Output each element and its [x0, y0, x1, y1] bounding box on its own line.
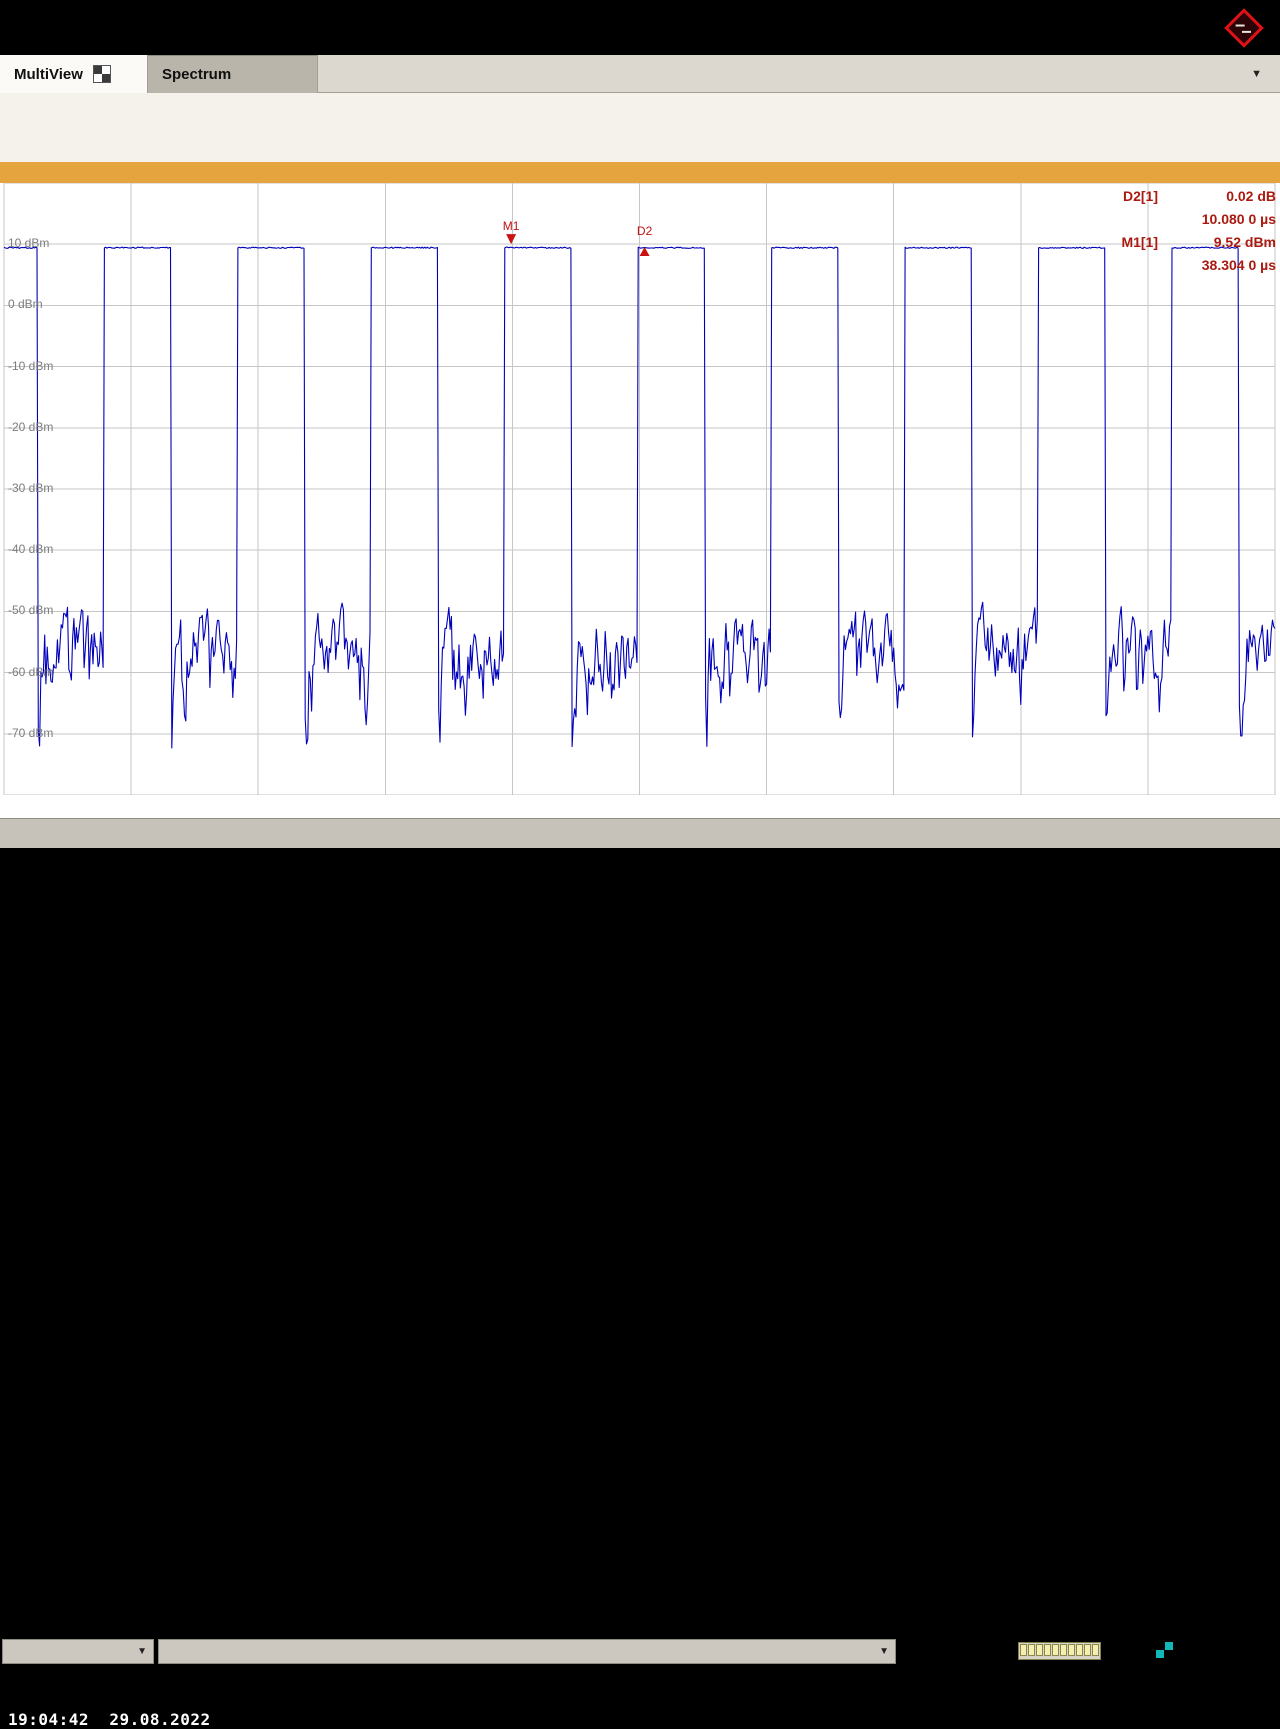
marker-d2-value: 0.02 dB: [1158, 188, 1276, 211]
sweep-points-label: 1001 pts: [0, 1592, 1280, 1608]
status-dropdown-left[interactable]: ▼: [2, 1639, 154, 1664]
multiview-grid-icon: [93, 65, 111, 83]
statusbar-date: 29.08.2022: [1214, 1638, 1274, 1652]
tab-spectrum[interactable]: Spectrum: [148, 55, 318, 93]
marker-m1-name: M1[1]: [1121, 234, 1158, 257]
statusbar-time: 19:04:41: [1214, 1652, 1274, 1666]
statusbar-datetime: 29.08.2022 19:04:41: [1214, 1638, 1274, 1666]
tab-multiview-label: MultiView: [14, 66, 83, 83]
markers-layer[interactable]: M1 D2: [503, 219, 653, 256]
marker-m1-time: 38.304 0 µs: [1158, 257, 1276, 280]
marker-d2-time: 10.080 0 µs: [1158, 211, 1276, 234]
marker-m1-flag: M1: [503, 219, 520, 233]
y-axis-label: -10 dBm: [8, 359, 53, 373]
chevron-down-icon: ▼: [137, 1646, 147, 1657]
axis-info-bar: CF 10.0 GHz 1001 pts 9.6 µs/: [0, 795, 1280, 818]
marker-readout: D2[1]0.02 dB 10.080 0 µs M1[1]9.52 dBm 3…: [946, 188, 1276, 280]
channel-tab-bar: MultiView Spectrum ▼: [0, 55, 1280, 93]
settings-header: Ref Level 20.00 dBm ● RBW 3 MHz SGL Att …: [0, 93, 1280, 162]
status-ready-label: Ready: [938, 1643, 977, 1658]
network-status-icon[interactable]: [1156, 1642, 1174, 1660]
y-axis-label: -20 dBm: [8, 420, 53, 434]
y-axis-label: -50 dBm: [8, 603, 53, 617]
marker-m1-value: 9.52 dBm: [1158, 234, 1276, 257]
y-axis-label: 0 dBm: [8, 297, 43, 311]
y-axis-label: -30 dBm: [8, 481, 53, 495]
chevron-down-icon: ▼: [879, 1646, 889, 1657]
y-axis-label: -60 dBm: [8, 665, 53, 679]
y-axis-label: -40 dBm: [8, 542, 53, 556]
status-dropdown-message[interactable]: ▼: [158, 1639, 896, 1664]
footer-bar: 19:04:42 29.08.2022: [0, 848, 1280, 900]
status-bar: ▼ ▼ Ready 29.08.2022 19:04:41: [0, 818, 1280, 848]
marker-d2-name: D2[1]: [1123, 188, 1158, 211]
footer-clock: 19:04:42 29.08.2022: [8, 1710, 211, 1729]
tab-spectrum-label: Spectrum: [162, 66, 231, 83]
marker-d2-flag: D2: [637, 224, 653, 238]
y-axis-label: -70 dBm: [8, 726, 53, 740]
sweep-progress-bar: [1018, 1642, 1101, 1660]
y-axis-label: 10 dBm: [8, 236, 49, 250]
marker-m1-icon[interactable]: [506, 234, 516, 244]
top-bar: [0, 0, 1280, 55]
measurement-diagram: M1 D2 10 dBm 0 dBm -10 dBm -20 dBm -30 dBm -40…: [0, 183, 1280, 795]
window-title-bar: 1 Zero Span ●1AP Clrw: [0, 162, 1280, 183]
time-per-div-label: 9.6 µs/: [1232, 1592, 1274, 1608]
tab-overflow-arrow-icon[interactable]: ▼: [1251, 68, 1262, 80]
tab-multiview[interactable]: MultiView: [0, 55, 148, 93]
rs-logo-icon: [1222, 6, 1266, 50]
